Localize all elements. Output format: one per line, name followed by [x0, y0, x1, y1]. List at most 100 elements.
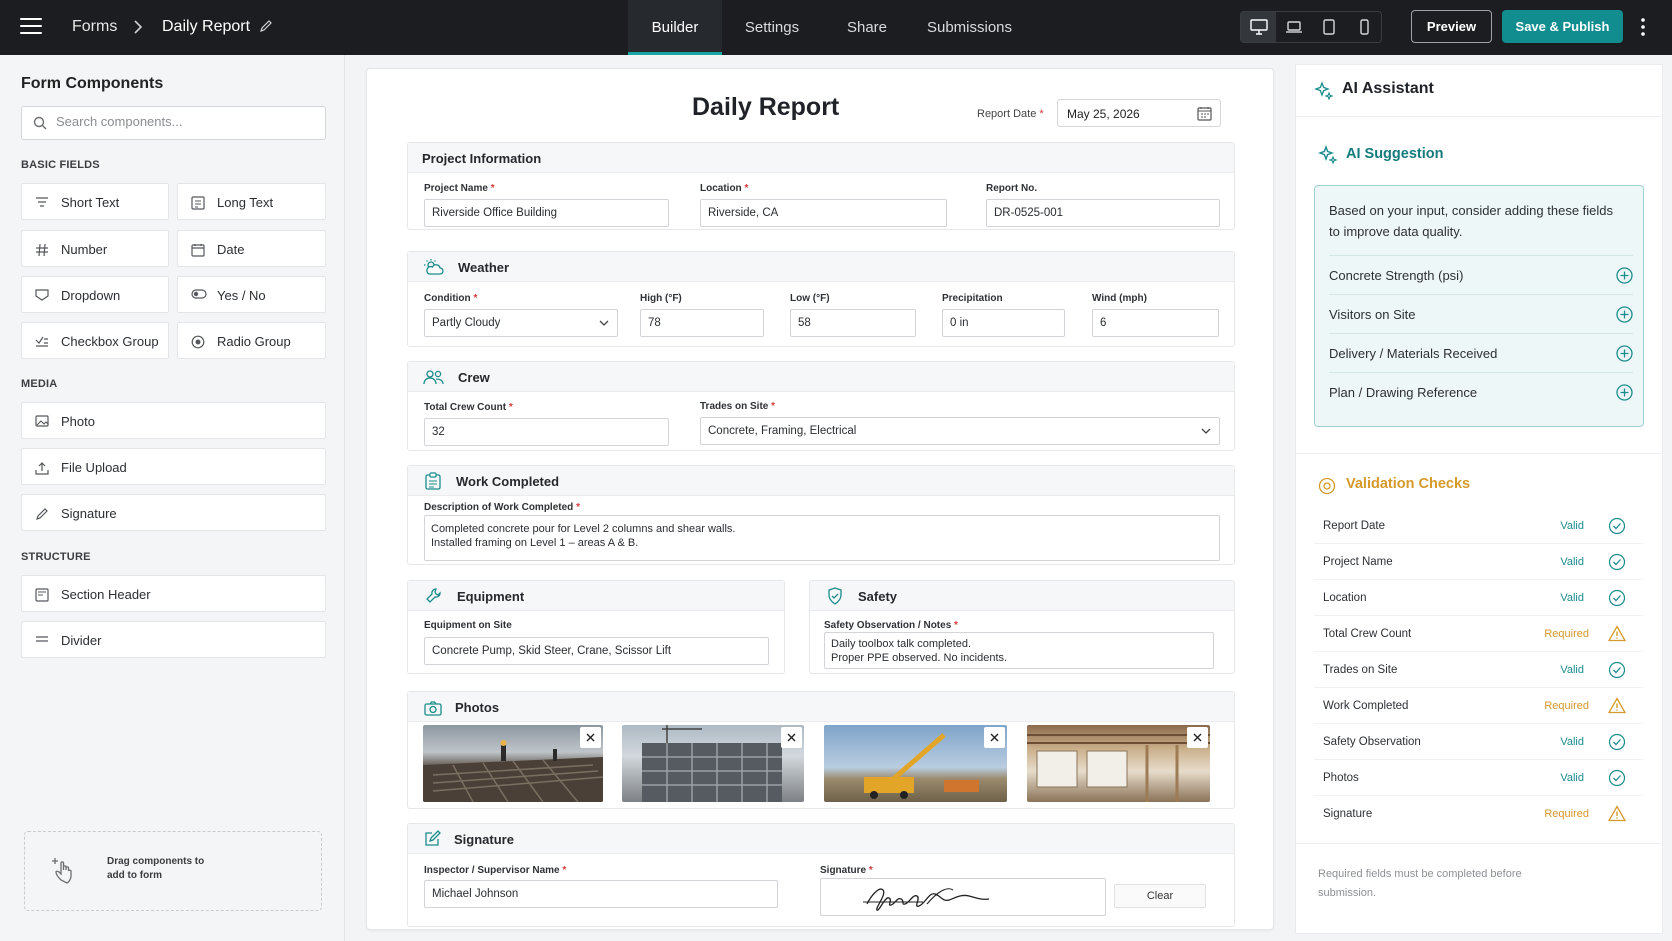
- hash-icon: [36, 243, 48, 257]
- field-label: Equipment on Site: [424, 620, 512, 631]
- desktop-icon[interactable]: [1241, 12, 1276, 42]
- condition-select[interactable]: Partly Cloudy: [424, 309, 618, 337]
- check-circle-icon: [1608, 733, 1626, 751]
- suggestion-item[interactable]: Concrete Strength (psi): [1329, 255, 1633, 294]
- section-equipment: Equipment Equipment on Site Concrete Pum…: [407, 580, 785, 674]
- basic-fields-heading: BASIC FIELDS: [21, 159, 100, 171]
- top-bar: Forms Daily Report Builder Settings Shar…: [0, 0, 1672, 55]
- field-label: Low (°F): [790, 293, 830, 304]
- suggestion-item[interactable]: Delivery / Materials Received: [1329, 333, 1633, 372]
- component-signature[interactable]: Signature: [21, 494, 326, 531]
- more-options-icon[interactable]: [1640, 17, 1646, 37]
- remove-photo-icon[interactable]: [984, 727, 1005, 748]
- work-description-textarea[interactable]: Completed concrete pour for Level 2 colu…: [424, 515, 1220, 561]
- add-circle-icon[interactable]: [1616, 306, 1633, 323]
- location-input[interactable]: Riverside, CA: [700, 199, 947, 227]
- add-circle-icon[interactable]: [1616, 345, 1633, 362]
- remove-photo-icon[interactable]: [781, 727, 802, 748]
- trades-select[interactable]: Concrete, Framing, Electrical: [700, 417, 1220, 445]
- component-label: Number: [61, 242, 108, 257]
- tab-builder[interactable]: Builder: [628, 0, 722, 55]
- component-date[interactable]: Date: [177, 230, 326, 267]
- warning-icon: [1608, 625, 1626, 642]
- wind-input[interactable]: 6: [1092, 309, 1219, 337]
- component-search: [21, 106, 326, 140]
- component-section-header[interactable]: Section Header: [21, 575, 326, 612]
- photo-thumbnail[interactable]: [824, 725, 1007, 802]
- edit-name-icon[interactable]: [259, 19, 273, 33]
- report-number-input[interactable]: DR-0525-001: [986, 199, 1220, 227]
- low-temp-input[interactable]: 58: [790, 309, 916, 337]
- suggestion-item[interactable]: Plan / Drawing Reference: [1329, 372, 1633, 411]
- clear-signature-button[interactable]: Clear: [1114, 884, 1206, 908]
- section-title: Project Information: [422, 151, 542, 166]
- validation-row: Work Completed Required: [1314, 688, 1644, 724]
- preview-button[interactable]: Preview: [1411, 10, 1492, 43]
- inspector-name-input[interactable]: Michael Johnson: [424, 880, 778, 908]
- component-file-upload[interactable]: File Upload: [21, 448, 326, 485]
- save-publish-button[interactable]: Save & Publish: [1502, 10, 1623, 43]
- component-photo[interactable]: Photo: [21, 402, 326, 439]
- tablet-icon[interactable]: [1311, 12, 1346, 42]
- high-temp-input[interactable]: 78: [640, 309, 764, 337]
- section-signature: Signature Inspector / Supervisor Name * …: [407, 823, 1235, 927]
- add-circle-icon[interactable]: [1616, 267, 1633, 284]
- component-number[interactable]: Number: [21, 230, 169, 267]
- component-long-text[interactable]: Long Text: [177, 183, 326, 220]
- check-circle-icon: [1608, 517, 1626, 535]
- structure-heading: STRUCTURE: [21, 551, 91, 563]
- component-label: Section Header: [61, 587, 151, 602]
- component-label: Checkbox Group: [61, 334, 159, 349]
- form-title: Daily Report: [692, 93, 840, 121]
- tab-settings[interactable]: Settings: [732, 0, 812, 55]
- add-circle-icon[interactable]: [1616, 384, 1633, 401]
- mobile-icon[interactable]: [1346, 12, 1381, 42]
- search-input[interactable]: [56, 114, 316, 129]
- remove-photo-icon[interactable]: [1187, 727, 1208, 748]
- component-short-text[interactable]: Short Text: [21, 183, 169, 220]
- long-text-icon: [191, 196, 205, 210]
- safety-notes-textarea[interactable]: Daily toolbox talk completed. Proper PPE…: [824, 632, 1214, 669]
- component-yes-no[interactable]: Yes / No: [177, 276, 326, 313]
- tab-submissions[interactable]: Submissions: [922, 0, 1017, 55]
- assistant-header: AI Assistant: [1296, 65, 1662, 117]
- photo-thumbnail[interactable]: [1027, 725, 1210, 802]
- component-label: Signature: [61, 506, 117, 521]
- suggestion-item[interactable]: Visitors on Site: [1329, 294, 1633, 333]
- precipitation-input[interactable]: 0 in: [942, 309, 1065, 337]
- menu-icon[interactable]: [20, 17, 42, 35]
- section-title: Signature: [454, 832, 514, 847]
- validation-row: Trades on Site Valid: [1314, 652, 1644, 688]
- drop-zone[interactable]: Drag components to add to form: [24, 831, 322, 911]
- remove-photo-icon[interactable]: [580, 727, 601, 748]
- suggestion-intro: Based on your input, consider adding the…: [1329, 203, 1614, 239]
- project-name-input[interactable]: Riverside Office Building: [424, 199, 669, 227]
- section-title: Weather: [458, 260, 510, 275]
- component-dropdown[interactable]: Dropdown: [21, 276, 169, 313]
- photo-thumbnail[interactable]: [622, 725, 804, 802]
- calendar-icon[interactable]: [1197, 106, 1212, 121]
- validation-footnote: Required fields must be completed before…: [1318, 868, 1522, 899]
- component-label: Long Text: [217, 195, 274, 210]
- checkbox-group-icon: [35, 336, 48, 347]
- component-divider[interactable]: Divider: [21, 621, 326, 658]
- field-label: Project Name *: [424, 183, 495, 194]
- report-date-input[interactable]: May 25, 2026: [1057, 99, 1221, 127]
- component-label: Dropdown: [61, 288, 121, 303]
- equipment-input[interactable]: Concrete Pump, Skid Steer, Crane, Scisso…: [424, 637, 769, 665]
- form-canvas: Daily Report Report Date * May 25, 2026 …: [366, 68, 1274, 930]
- field-label: Precipitation: [942, 293, 1003, 304]
- upload-icon: [35, 462, 49, 475]
- field-label: High (°F): [640, 293, 682, 304]
- section-title: Equipment: [457, 589, 525, 604]
- photo-thumbnail[interactable]: [423, 725, 603, 802]
- validation-row: Total Crew Count Required: [1314, 616, 1644, 652]
- tab-share[interactable]: Share: [832, 0, 902, 55]
- breadcrumb-forms[interactable]: Forms: [72, 18, 117, 36]
- pen-icon: [36, 508, 48, 520]
- crew-count-input[interactable]: 32: [424, 418, 669, 446]
- component-checkbox-group[interactable]: Checkbox Group: [21, 322, 169, 359]
- signature-pad[interactable]: [820, 878, 1106, 916]
- component-radio-group[interactable]: Radio Group: [177, 322, 326, 359]
- laptop-icon[interactable]: [1276, 12, 1311, 42]
